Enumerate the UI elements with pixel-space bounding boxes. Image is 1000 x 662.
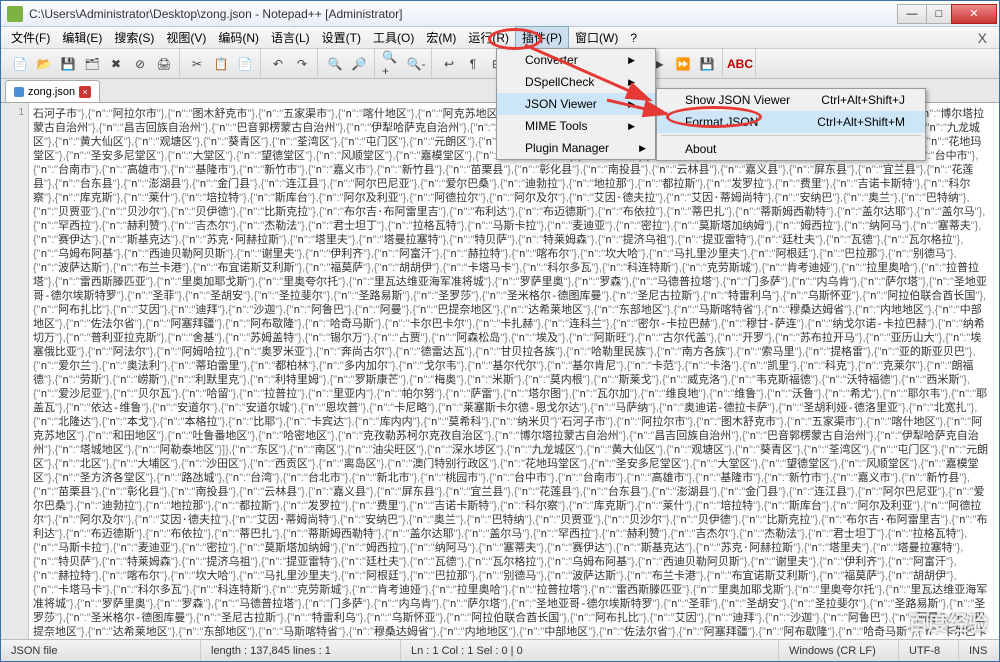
menu-encoding[interactable]: 编码(N) — [212, 27, 265, 48]
editor-area[interactable]: 1 石河子市"},{"n":"阿拉尔市"},{"n":"图木舒克市"},{"n"… — [1, 103, 999, 639]
statusbar: JSON file length : 137,845 lines : 1 Ln … — [1, 639, 999, 661]
wrap-icon[interactable]: ↩ — [438, 53, 460, 75]
close-file-icon[interactable]: ✖ — [105, 53, 127, 75]
hidden-chars-icon[interactable]: ¶ — [462, 53, 484, 75]
replace-icon[interactable]: 🔎 — [348, 53, 370, 75]
menu-run[interactable]: 运行(R) — [462, 27, 515, 48]
redo-icon[interactable]: ↷ — [291, 53, 313, 75]
close-button[interactable]: ✕ — [951, 4, 997, 24]
save-macro-icon[interactable]: 💾 — [696, 53, 718, 75]
titlebar: C:\Users\Administrator\Desktop\zong.json… — [1, 1, 999, 27]
menu-show-json-viewer[interactable]: Show JSON ViewerCtrl+Alt+Shift+J — [657, 89, 925, 111]
tab-file[interactable]: zong.json × — [5, 80, 100, 102]
menu-format-json[interactable]: Format JSONCtrl+Alt+Shift+M — [657, 111, 925, 133]
print-icon[interactable]: 🖨 — [153, 53, 175, 75]
json-viewer-dropdown: Show JSON ViewerCtrl+Alt+Shift+J Format … — [656, 88, 926, 161]
undo-icon[interactable]: ↶ — [267, 53, 289, 75]
save-icon[interactable]: 💾 — [57, 53, 79, 75]
file-icon — [14, 87, 24, 97]
menu-macro[interactable]: 宏(M) — [420, 27, 462, 48]
menu-window[interactable]: 窗口(W) — [569, 27, 624, 48]
minimize-button[interactable]: — — [897, 4, 927, 24]
menu-converter[interactable]: Converter▶ — [497, 49, 655, 71]
window-title: C:\Users\Administrator\Desktop\zong.json… — [29, 7, 898, 21]
menu-view[interactable]: 视图(V) — [160, 27, 212, 48]
close-all-icon[interactable]: ⊘ — [129, 53, 151, 75]
status-encoding: UTF-8 — [899, 640, 959, 661]
menu-about[interactable]: About — [657, 138, 925, 160]
new-icon[interactable]: 📄 — [9, 53, 31, 75]
menu-file[interactable]: 文件(F) — [5, 27, 56, 48]
zoom-in-icon[interactable]: 🔍+ — [381, 53, 403, 75]
plugins-dropdown: Converter▶ DSpellCheck▶ JSON Viewer▶ MIM… — [496, 48, 656, 160]
menu-mime-tools[interactable]: MIME Tools▶ — [497, 115, 655, 137]
line-number: 1 — [1, 103, 28, 118]
status-eol: Windows (CR LF) — [779, 640, 899, 661]
status-length: length : 137,845 lines : 1 — [201, 640, 401, 661]
menu-help[interactable]: ? — [624, 29, 643, 47]
window-controls: — □ ✕ — [898, 4, 997, 24]
cut-icon[interactable]: ✂ — [186, 53, 208, 75]
menu-edit[interactable]: 编辑(E) — [56, 27, 108, 48]
open-icon[interactable]: 📂 — [33, 53, 55, 75]
find-icon[interactable]: 🔍 — [324, 53, 346, 75]
zoom-out-icon[interactable]: 🔍- — [405, 53, 427, 75]
menu-settings[interactable]: 设置(T) — [316, 27, 367, 48]
text-content[interactable]: 石河子市"},{"n":"阿拉尔市"},{"n":"图木舒克市"},{"n":"… — [33, 107, 991, 639]
menu-dspellcheck[interactable]: DSpellCheck▶ — [497, 71, 655, 93]
menu-separator — [661, 135, 921, 136]
play-multi-icon[interactable]: ⏩ — [672, 53, 694, 75]
app-icon — [7, 6, 23, 22]
menu-plugin-manager[interactable]: Plugin Manager▶ — [497, 137, 655, 159]
line-number-gutter: 1 — [1, 103, 29, 639]
close-tab-x[interactable]: X — [970, 30, 995, 46]
tab-close-icon[interactable]: × — [79, 86, 91, 98]
status-position: Ln : 1 Col : 1 Sel : 0 | 0 — [401, 640, 779, 661]
status-filetype: JSON file — [1, 640, 201, 661]
save-all-icon[interactable]: 🗂 — [81, 53, 103, 75]
menu-plugins[interactable]: 插件(P) — [515, 26, 569, 49]
menu-json-viewer[interactable]: JSON Viewer▶ — [497, 93, 655, 115]
menubar: 文件(F) 编辑(E) 搜索(S) 视图(V) 编码(N) 语言(L) 设置(T… — [1, 27, 999, 49]
copy-icon[interactable]: 📋 — [210, 53, 232, 75]
tab-label: zong.json — [28, 86, 75, 98]
menu-tools[interactable]: 工具(O) — [367, 27, 420, 48]
status-insert-mode: INS — [959, 640, 999, 661]
menu-search[interactable]: 搜索(S) — [108, 27, 160, 48]
paste-icon[interactable]: 📄 — [234, 53, 256, 75]
maximize-button[interactable]: □ — [926, 4, 952, 24]
spellcheck-icon[interactable]: ABC — [729, 53, 751, 75]
menu-language[interactable]: 语言(L) — [265, 27, 316, 48]
